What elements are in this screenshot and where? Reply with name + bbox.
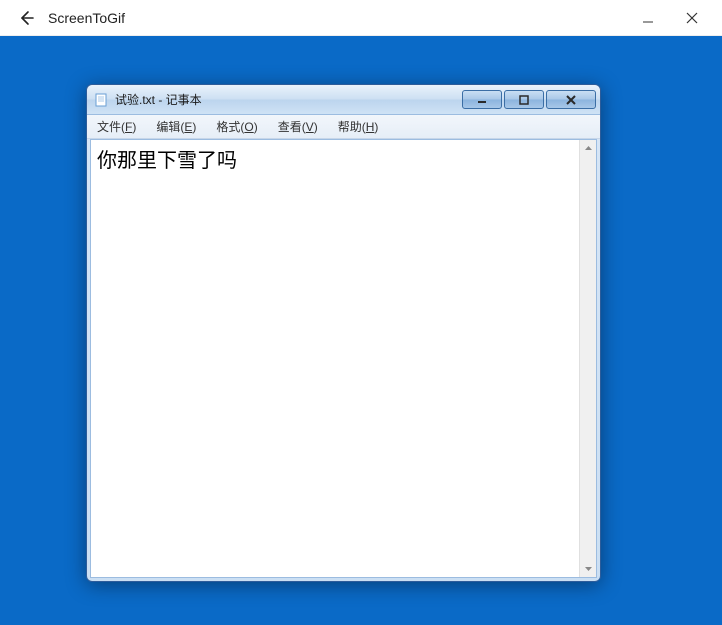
chevron-up-icon: [584, 144, 593, 153]
notepad-scrollbar[interactable]: [579, 140, 596, 577]
notepad-menubar: 文件(F) 编辑(E) 格式(O) 查看(V) 帮助(H): [87, 115, 600, 139]
notepad-textarea[interactable]: 你那里下雪了吗: [91, 140, 579, 577]
notepad-maximize-button[interactable]: [504, 90, 544, 109]
notepad-window: 试验.txt - 记事本: [86, 84, 601, 582]
outer-titlebar: ScreenToGif: [0, 0, 722, 36]
scroll-down-button[interactable]: [580, 560, 597, 577]
notepad-icon: [93, 92, 109, 108]
menu-file[interactable]: 文件(F): [93, 116, 140, 137]
notepad-title: 试验.txt - 记事本: [115, 91, 202, 108]
back-arrow-icon: [17, 9, 35, 27]
chevron-down-icon: [584, 564, 593, 573]
notepad-body: 你那里下雪了吗: [90, 139, 597, 578]
notepad-titlebar[interactable]: 试验.txt - 记事本: [87, 85, 600, 115]
close-icon: [565, 95, 577, 105]
menu-help[interactable]: 帮助(H): [334, 116, 383, 137]
back-button[interactable]: [12, 4, 40, 32]
outer-minimize-button[interactable]: [626, 4, 670, 32]
outer-close-button[interactable]: [670, 4, 714, 32]
notepad-close-button[interactable]: [546, 90, 596, 109]
maximize-icon: [519, 95, 529, 105]
screentogif-window: ScreenToGif: [0, 0, 722, 625]
minimize-icon: [477, 95, 487, 105]
scroll-up-button[interactable]: [580, 140, 597, 157]
outer-title: ScreenToGif: [48, 10, 125, 26]
menu-format[interactable]: 格式(O): [212, 116, 261, 137]
menu-view[interactable]: 查看(V): [274, 116, 322, 137]
menu-edit[interactable]: 编辑(E): [152, 116, 200, 137]
close-icon: [686, 12, 698, 24]
capture-area: 试验.txt - 记事本: [0, 36, 722, 625]
desktop-background: 试验.txt - 记事本: [6, 42, 716, 619]
minimize-icon: [642, 12, 654, 24]
notepad-caption-buttons: [462, 90, 600, 109]
notepad-minimize-button[interactable]: [462, 90, 502, 109]
